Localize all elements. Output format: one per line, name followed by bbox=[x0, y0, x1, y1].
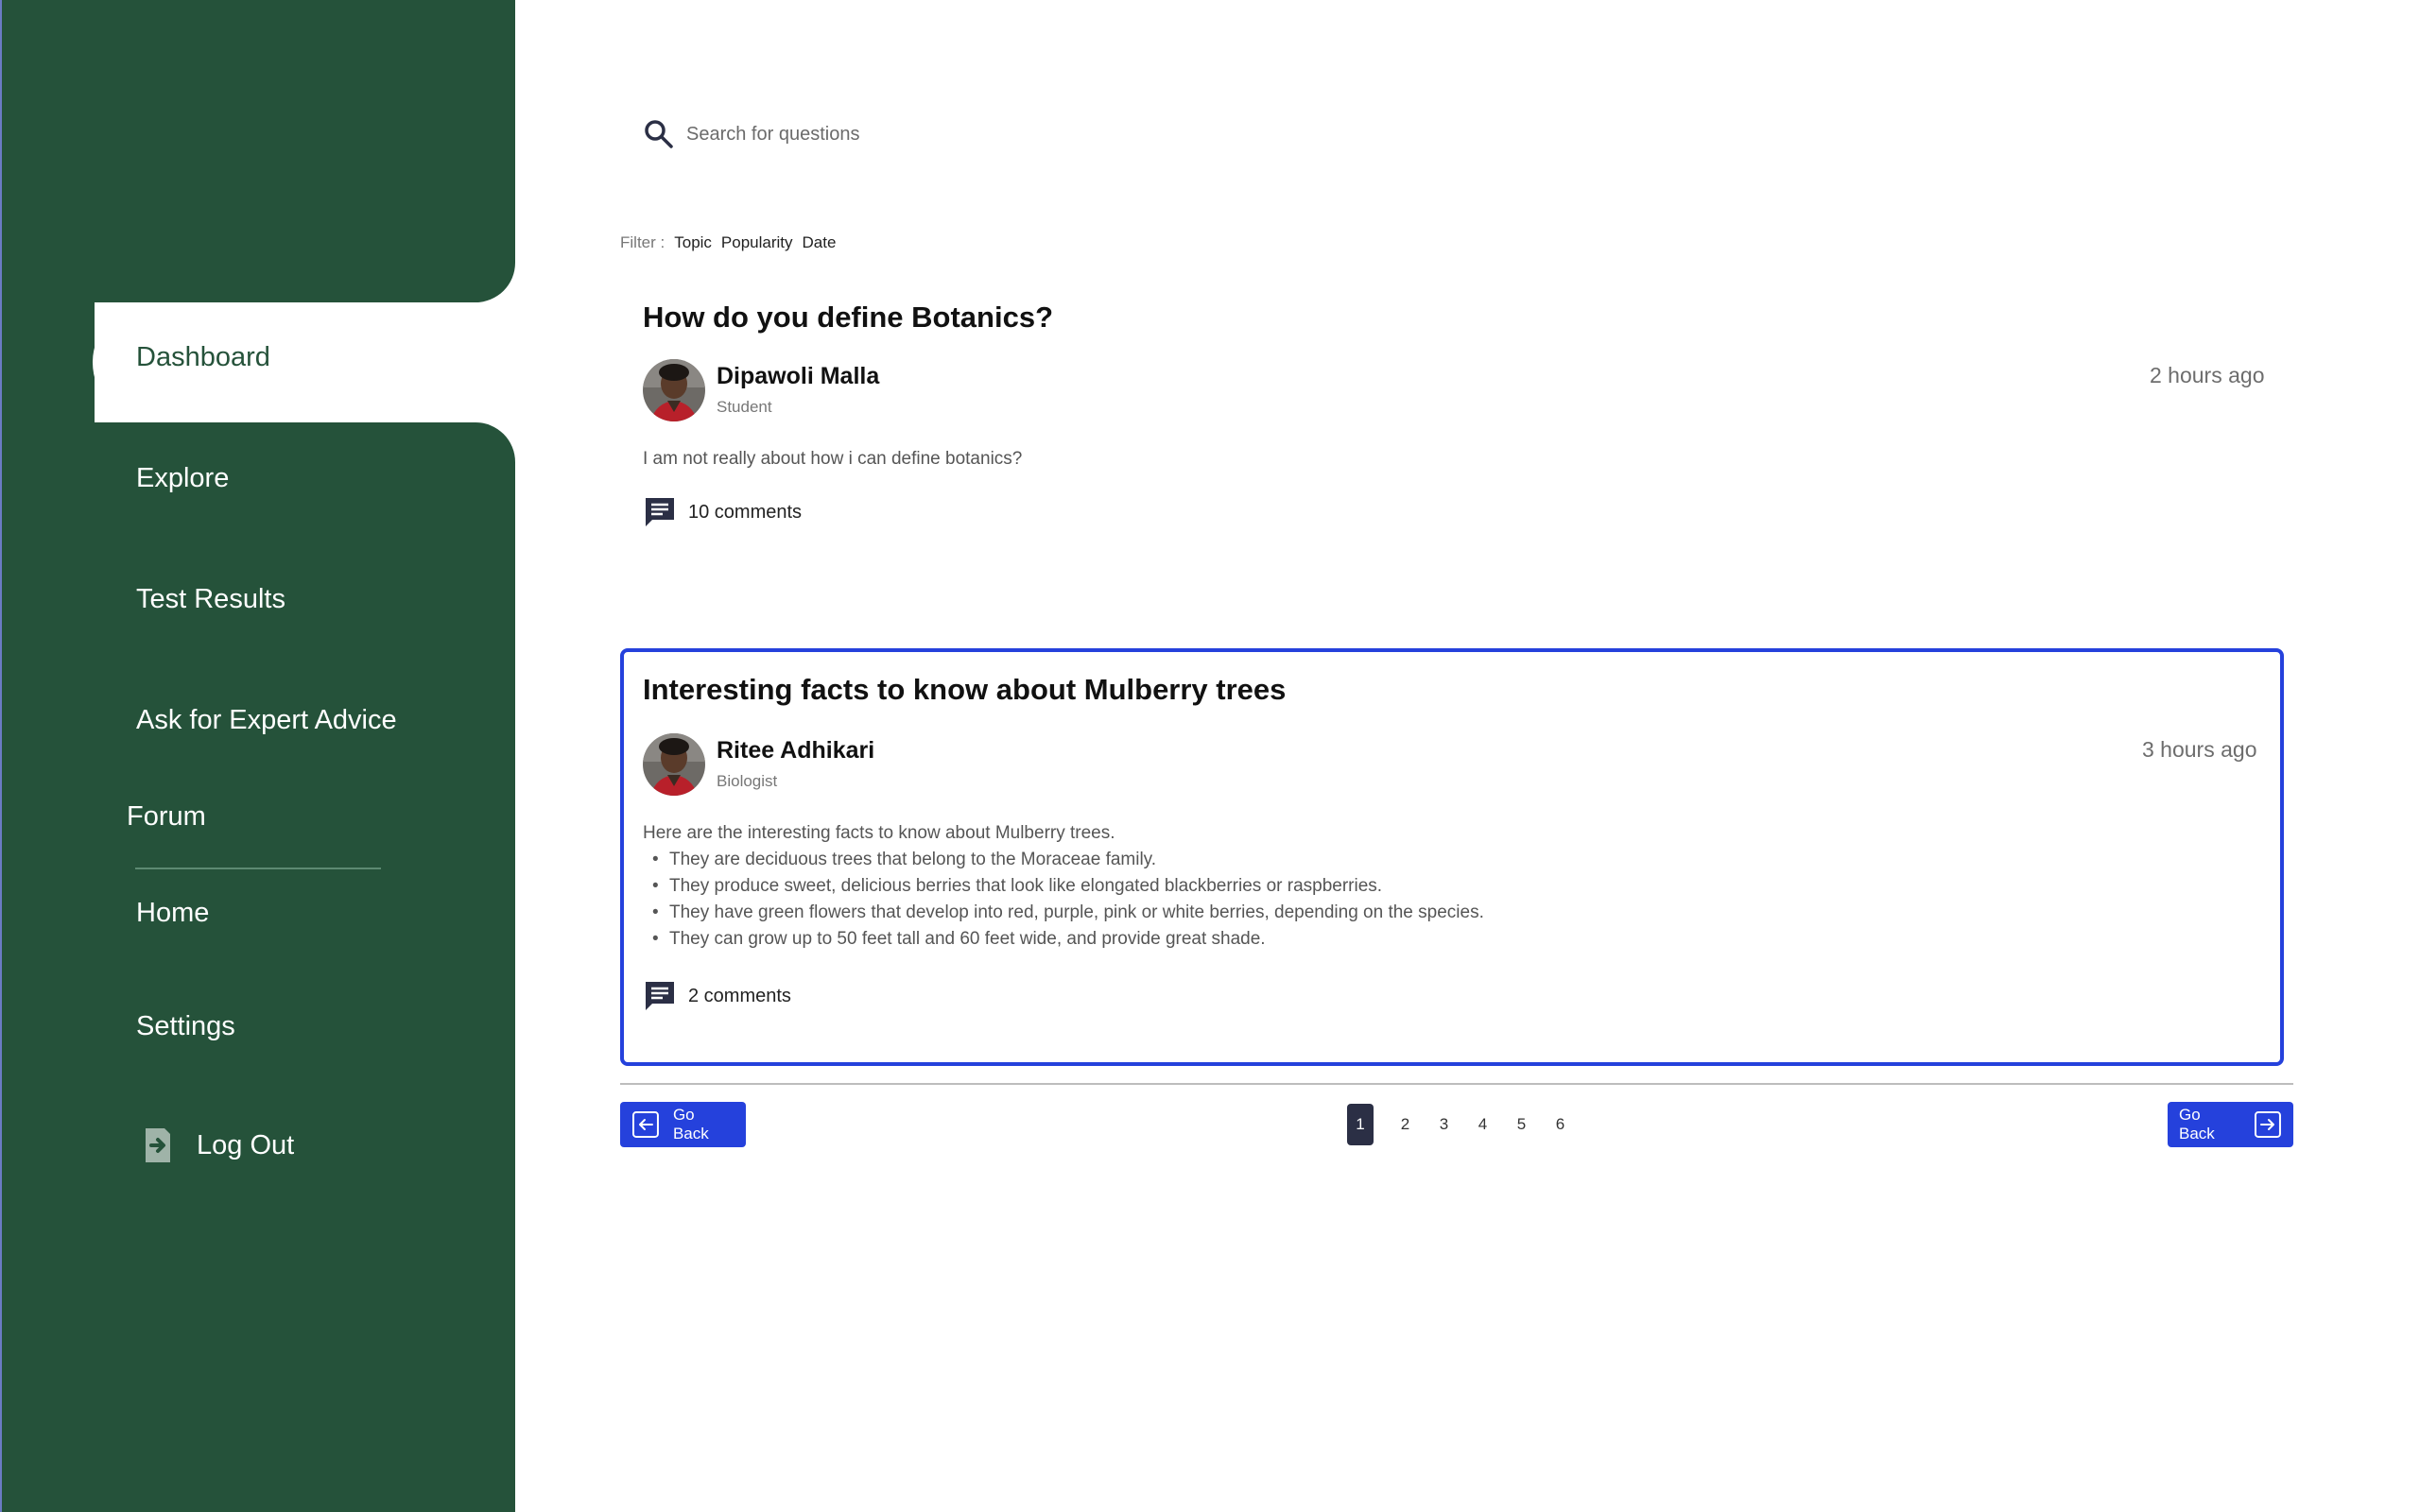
sidebar-item-forum[interactable]: Forum bbox=[127, 801, 206, 833]
pagination-divider bbox=[620, 1083, 2293, 1085]
page-button-1[interactable]: 1 bbox=[1347, 1104, 1374, 1145]
post-body-intro: Here are the interesting facts to know a… bbox=[643, 823, 1115, 843]
next-page-label: Go Back bbox=[2179, 1106, 2215, 1143]
list-item: They produce sweet, delicious berries th… bbox=[643, 873, 1484, 900]
sidebar-item-explore[interactable]: Explore bbox=[136, 463, 229, 494]
sidebar-item-test-results[interactable]: Test Results bbox=[136, 584, 285, 615]
comment-icon bbox=[646, 498, 674, 526]
filter-label: Filter : bbox=[620, 233, 666, 251]
post-body: I am not really about how i can define b… bbox=[643, 449, 1023, 469]
filter-bar: Filter : Topic Popularity Date bbox=[620, 233, 836, 252]
comment-icon bbox=[646, 982, 674, 1010]
app-root: Dashboard Explore Test Results Ask for E… bbox=[0, 0, 2420, 1512]
search-icon[interactable] bbox=[643, 118, 675, 150]
sidebar-divider bbox=[135, 868, 381, 869]
comments-count: 2 comments bbox=[688, 985, 791, 1006]
page-button-4[interactable]: 4 bbox=[1463, 1104, 1502, 1145]
sidebar-item-logout[interactable]: Log Out bbox=[197, 1130, 294, 1161]
comments-link[interactable]: 2 comments bbox=[643, 979, 791, 1013]
filter-popularity[interactable]: Popularity bbox=[721, 233, 793, 252]
arrow-left-icon bbox=[631, 1111, 659, 1138]
search-input[interactable] bbox=[686, 123, 1159, 146]
post-card[interactable]: How do you define Botanics? Dipawoli Mal… bbox=[620, 284, 2284, 567]
comments-count: 10 comments bbox=[688, 501, 803, 523]
avatar[interactable] bbox=[643, 359, 705, 421]
page-button-2[interactable]: 2 bbox=[1386, 1104, 1425, 1145]
post-timestamp: 2 hours ago bbox=[2150, 363, 2265, 387]
post-body: Here are the interesting facts to know a… bbox=[643, 820, 1484, 953]
list-item: They are deciduous trees that belong to … bbox=[643, 847, 1484, 873]
sidebar-item-home[interactable]: Home bbox=[136, 898, 209, 929]
arrow-right-icon bbox=[2255, 1111, 2282, 1138]
author-name[interactable]: Dipawoli Malla bbox=[717, 363, 879, 390]
post-title[interactable]: How do you define Botanics? bbox=[643, 301, 1053, 335]
sidebar-item-settings[interactable]: Settings bbox=[136, 1011, 235, 1042]
author-role: Student bbox=[717, 398, 772, 416]
filter-topic[interactable]: Topic bbox=[674, 233, 712, 252]
go-back-label: Go Back bbox=[672, 1106, 709, 1143]
filter-date[interactable]: Date bbox=[803, 233, 837, 252]
comments-link[interactable]: 10 comments bbox=[643, 495, 802, 529]
avatar[interactable] bbox=[643, 733, 705, 796]
author-name[interactable]: Ritee Adhikari bbox=[717, 737, 874, 765]
sidebar-item-ask-expert[interactable]: Ask for Expert Advice bbox=[136, 705, 397, 736]
avatar-image bbox=[643, 733, 705, 796]
sidebar: Dashboard Explore Test Results Ask for E… bbox=[0, 0, 515, 1512]
page-button-5[interactable]: 5 bbox=[1502, 1104, 1541, 1145]
go-back-button[interactable]: Go Back bbox=[620, 1102, 746, 1147]
sidebar-item-dashboard[interactable]: Dashboard bbox=[136, 342, 270, 373]
post-card-selected[interactable]: Interesting facts to know about Mulberry… bbox=[620, 648, 2284, 1066]
post-title[interactable]: Interesting facts to know about Mulberry… bbox=[643, 673, 1286, 707]
list-item: They have green flowers that develop int… bbox=[643, 900, 1484, 926]
next-page-button[interactable]: Go Back bbox=[2168, 1102, 2293, 1147]
post-timestamp: 3 hours ago bbox=[2142, 737, 2257, 762]
sidebar-left-strip bbox=[2, 284, 95, 444]
pagination: 1 2 3 4 5 6 bbox=[1347, 1104, 1580, 1145]
page-button-6[interactable]: 6 bbox=[1541, 1104, 1580, 1145]
list-item: They can grow up to 50 feet tall and 60 … bbox=[643, 926, 1484, 953]
sidebar-top-panel bbox=[2, 0, 515, 302]
author-role: Biologist bbox=[717, 772, 778, 790]
page-button-3[interactable]: 3 bbox=[1425, 1104, 1463, 1145]
search-bar bbox=[643, 118, 1210, 150]
avatar-image bbox=[643, 359, 705, 421]
post-bullet-list: They are deciduous trees that belong to … bbox=[643, 847, 1484, 953]
logout-icon[interactable] bbox=[142, 1125, 174, 1166]
